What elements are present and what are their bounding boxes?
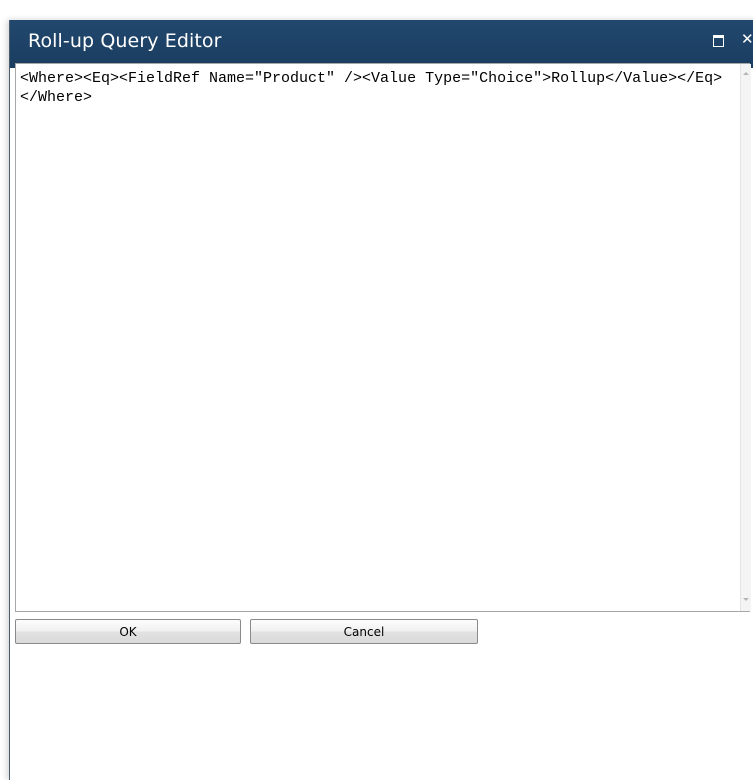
close-icon[interactable]: ✕ (741, 29, 753, 49)
query-editor-textarea[interactable]: <Where><Eq><FieldRef Name="Product" /><V… (15, 63, 750, 612)
ok-button[interactable]: OK (15, 619, 241, 644)
maximize-icon[interactable] (713, 35, 724, 47)
dialog-titlebar: Roll-up Query Editor ✕ (10, 20, 753, 68)
background-page (0, 0, 753, 20)
dialog-title: Roll-up Query Editor (28, 30, 222, 52)
cancel-button[interactable]: Cancel (250, 619, 478, 644)
editor-vertical-scrollbar[interactable] (740, 64, 751, 611)
scroll-down-arrow-icon[interactable] (743, 598, 749, 601)
scroll-up-arrow-icon[interactable] (743, 72, 749, 75)
